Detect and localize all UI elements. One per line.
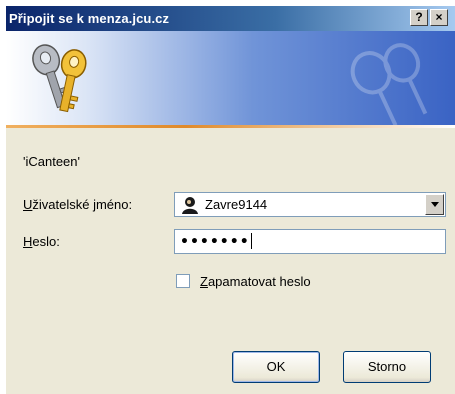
remember-password-checkbox[interactable]: [176, 274, 190, 288]
remember-password-label[interactable]: Zapamatovat heslo: [200, 274, 311, 289]
ok-button[interactable]: OK: [232, 351, 320, 383]
text-caret: [250, 233, 252, 249]
password-label: Heslo:: [23, 234, 60, 249]
username-label: Uživatelské jméno:: [23, 197, 133, 212]
user-icon: [180, 195, 200, 214]
banner-divider: [6, 125, 455, 128]
realm-label: 'iCanteen': [23, 154, 81, 169]
username-value: Zavre9144: [205, 197, 268, 212]
watermark-keys-icon: [350, 43, 428, 125]
username-dropdown-button[interactable]: [425, 194, 444, 215]
banner: [6, 31, 455, 125]
password-value: •••••••: [180, 233, 252, 250]
keys-icon: [32, 44, 87, 113]
window-title: Připojit se k menza.jcu.cz: [9, 11, 170, 26]
help-button[interactable]: ?: [410, 9, 428, 26]
login-dialog: Připojit se k menza.jcu.cz ? × 'iCanteen…: [6, 6, 455, 394]
cancel-button[interactable]: Storno: [343, 351, 431, 383]
close-button[interactable]: ×: [430, 9, 448, 26]
title-bar[interactable]: Připojit se k menza.jcu.cz ? ×: [6, 6, 455, 31]
username-combobox[interactable]: Zavre9144: [174, 192, 446, 217]
password-field[interactable]: •••••••: [174, 229, 446, 254]
